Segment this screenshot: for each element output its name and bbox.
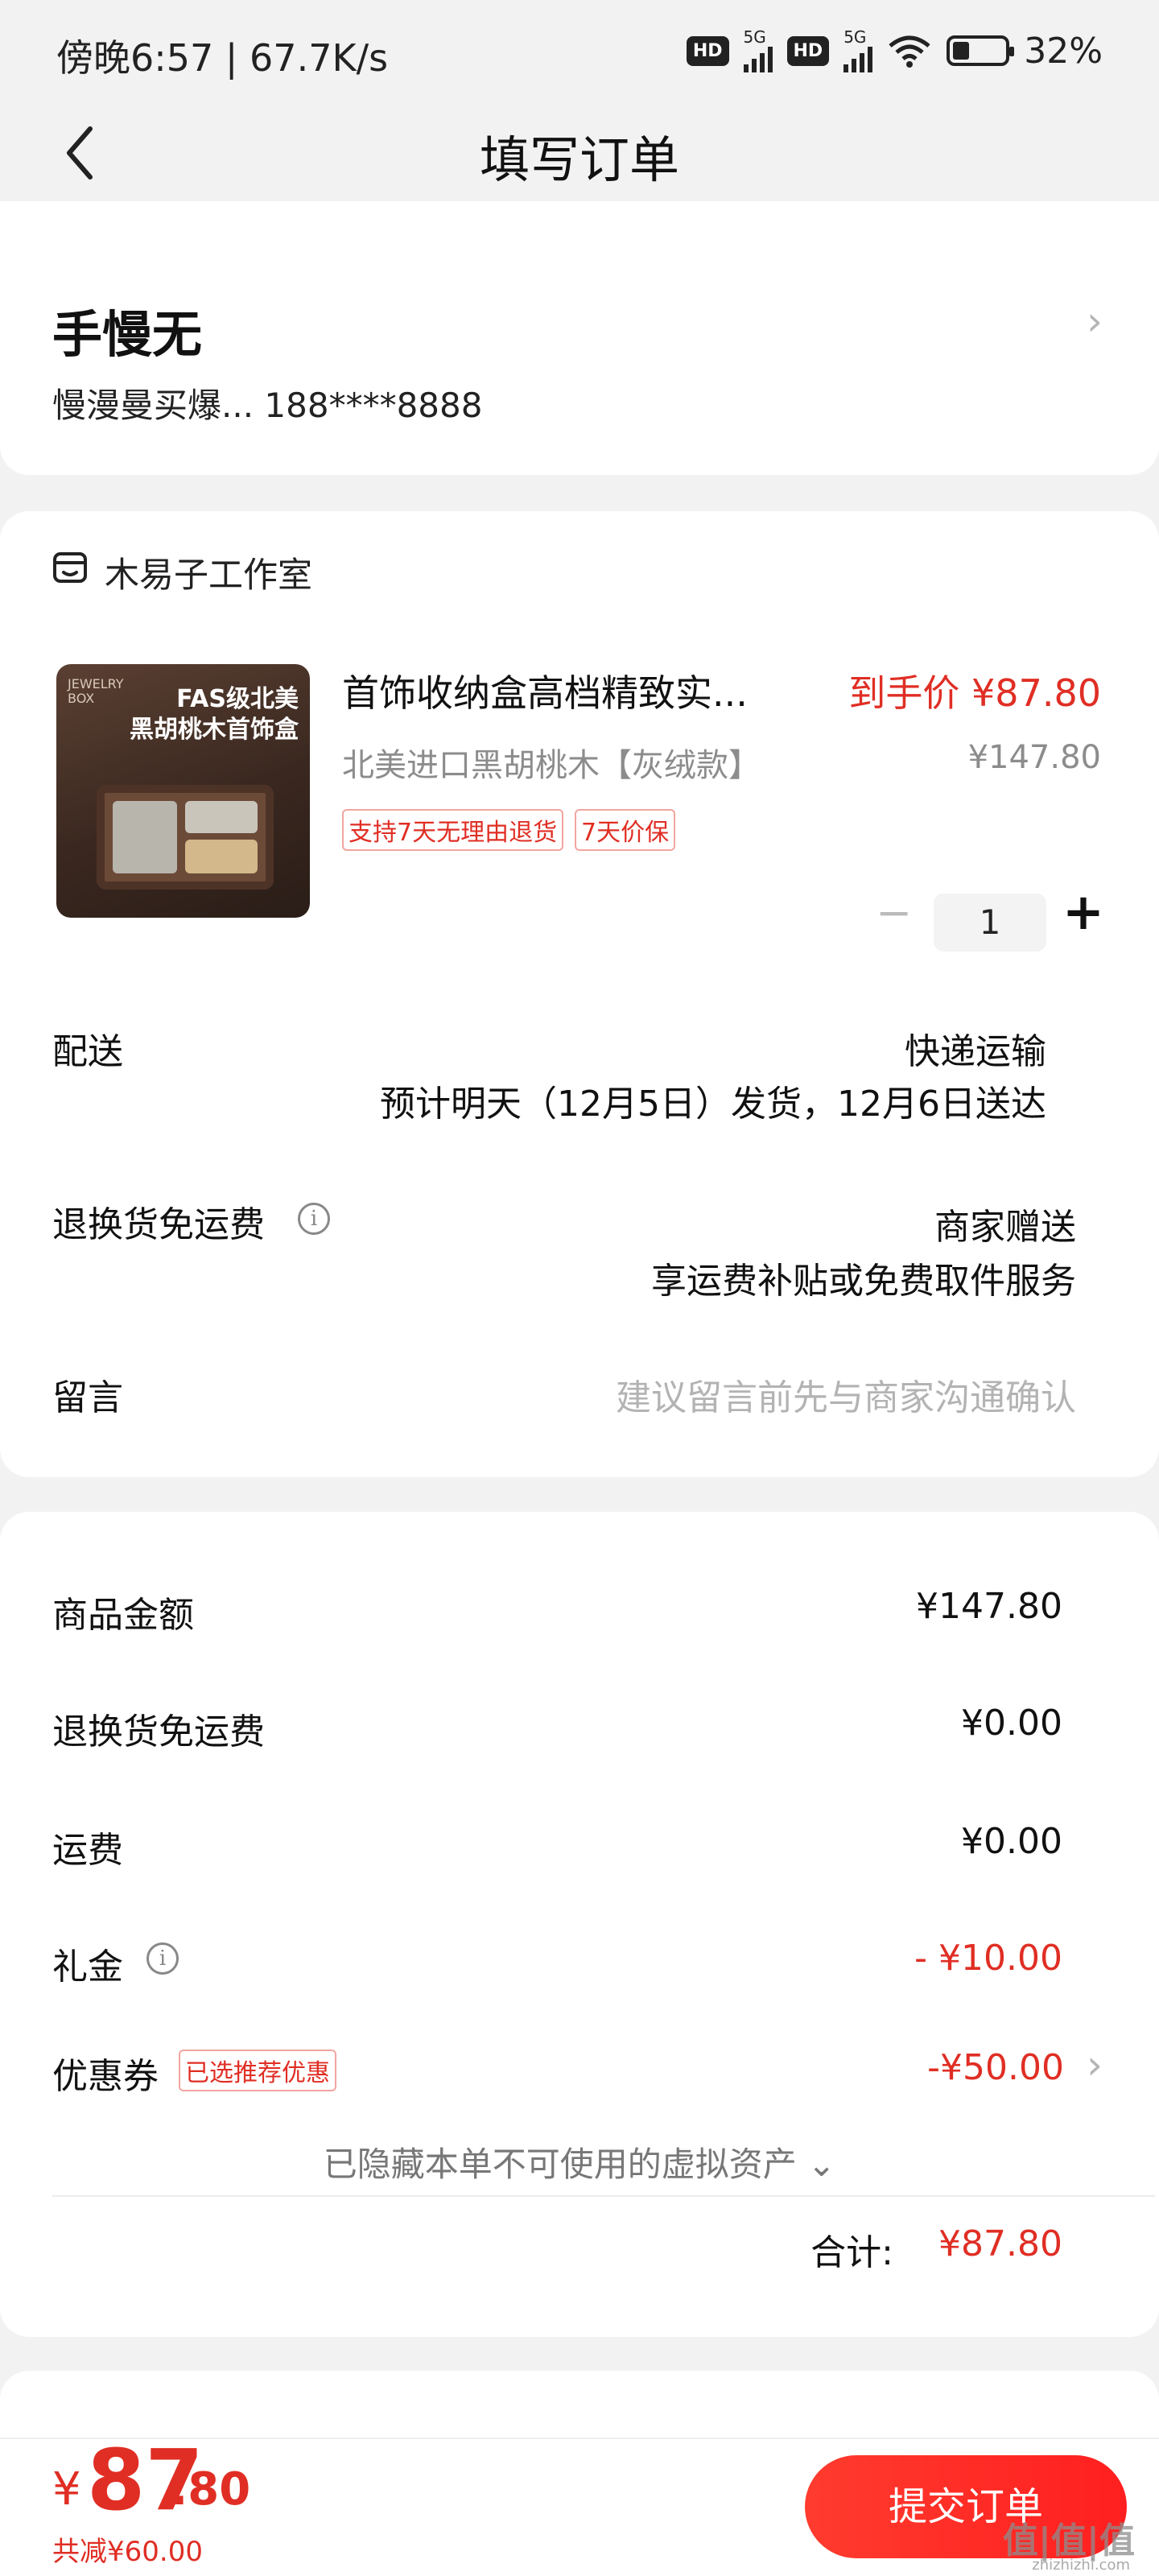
- return-shipping-line1: 商家赠送: [934, 1207, 1076, 1248]
- battery-percent: 32%: [1024, 30, 1103, 72]
- hd-icon: HD: [686, 35, 729, 66]
- watermark: 值|值|值: [1002, 2520, 1135, 2562]
- order-card: [0, 511, 1159, 1477]
- quantity-minus-button[interactable]: −: [876, 887, 912, 938]
- product-title[interactable]: 首饰收纳盒高档精致实...: [342, 664, 748, 717]
- pay-saved-amount: 共减¥60.00: [52, 2536, 203, 2568]
- return-shipping-line2: 享运费补贴或免费取件服务: [651, 1261, 1076, 1302]
- goods-amount-label: 商品金额: [52, 1595, 194, 1636]
- coupon-chevron-right-icon[interactable]: ›: [1087, 2041, 1103, 2088]
- pay-currency: ¥: [52, 2463, 81, 2516]
- status-time-speed: 傍晚6:57 | 67.7K/s: [56, 36, 389, 80]
- hidden-assets-toggle[interactable]: 已隐藏本单不可使用的虚拟资产 ⌄: [0, 2137, 1159, 2186]
- product-image-brand: JEWELRY BOX: [68, 676, 124, 706]
- goods-amount-value: ¥147.80: [916, 1586, 1062, 1627]
- delivery-eta: 预计明天（12月5日）发货，12月6日送达: [380, 1084, 1046, 1125]
- total-label: 合计:: [810, 2232, 893, 2273]
- gift-value: - ¥10.00: [914, 1938, 1062, 1979]
- message-input[interactable]: 建议留言前先与商家沟通确认: [616, 1368, 1076, 1420]
- freight-label: 运费: [52, 1830, 123, 1871]
- hd-icon-2: HD: [786, 35, 830, 66]
- quantity-plus-button[interactable]: +: [1062, 882, 1104, 941]
- page-title: 填写订单: [479, 130, 679, 189]
- freight-value: ¥0.00: [961, 1821, 1062, 1862]
- signal-icon-2: 5G: [843, 27, 873, 72]
- product-spec[interactable]: 北美进口黑胡桃木【灰绒款】: [342, 739, 761, 786]
- status-icons: HD 5G HD 5G 32%: [686, 27, 1103, 72]
- return-fee-label: 退换货免运费: [52, 1711, 265, 1752]
- 5g-label: 5G: [743, 27, 766, 47]
- divider: [52, 2195, 1155, 2197]
- total-value: ¥87.80: [938, 2223, 1062, 2264]
- battery-icon: [947, 35, 1015, 66]
- tag-price-protect: 7天价保: [575, 809, 676, 851]
- product-original-price: ¥147.80: [967, 739, 1101, 776]
- return-shipping-label: 退换货免运费: [52, 1204, 265, 1245]
- tag-return-policy: 支持7天无理由退货: [342, 809, 564, 851]
- shop-name[interactable]: 木易子工作室: [105, 547, 312, 597]
- wifi-icon: [889, 35, 930, 68]
- address-detail: 慢漫曼买爆... 188****8888: [52, 386, 483, 425]
- quantity-input[interactable]: 1: [934, 894, 1046, 952]
- info-icon[interactable]: i: [298, 1203, 330, 1235]
- product-image-caption-2: 黑胡桃木首饰盒: [130, 716, 299, 744]
- delivery-label: 配送: [52, 1031, 123, 1072]
- address-name: 手慢无: [52, 305, 203, 364]
- return-fee-value: ¥0.00: [961, 1703, 1062, 1744]
- coupon-label: 优惠券: [52, 2056, 159, 2097]
- signal-icon: 5G: [743, 27, 773, 72]
- pay-amount-decimal: .80: [171, 2463, 251, 2516]
- 5g-label-2: 5G: [843, 27, 867, 47]
- watermark-url: zhizhizhi.com: [1032, 2557, 1130, 2574]
- gift-label: 礼金: [52, 1946, 123, 1988]
- message-label: 留言: [52, 1377, 123, 1418]
- coupon-recommend-tag: 已选推荐优惠: [179, 2050, 336, 2091]
- chevron-right-icon[interactable]: ›: [1087, 298, 1103, 345]
- product-image[interactable]: JEWELRY BOX FAS级北美 黑胡桃木首饰盒: [56, 664, 310, 918]
- delivery-method[interactable]: 快递运输: [905, 1022, 1046, 1074]
- jewelry-box-illustration: [97, 785, 274, 890]
- shop-icon: [53, 552, 87, 583]
- coupon-value[interactable]: -¥50.00: [927, 2047, 1064, 2088]
- gift-info-icon[interactable]: i: [146, 1942, 179, 1975]
- product-final-price: 到手价 ¥87.80: [848, 671, 1101, 715]
